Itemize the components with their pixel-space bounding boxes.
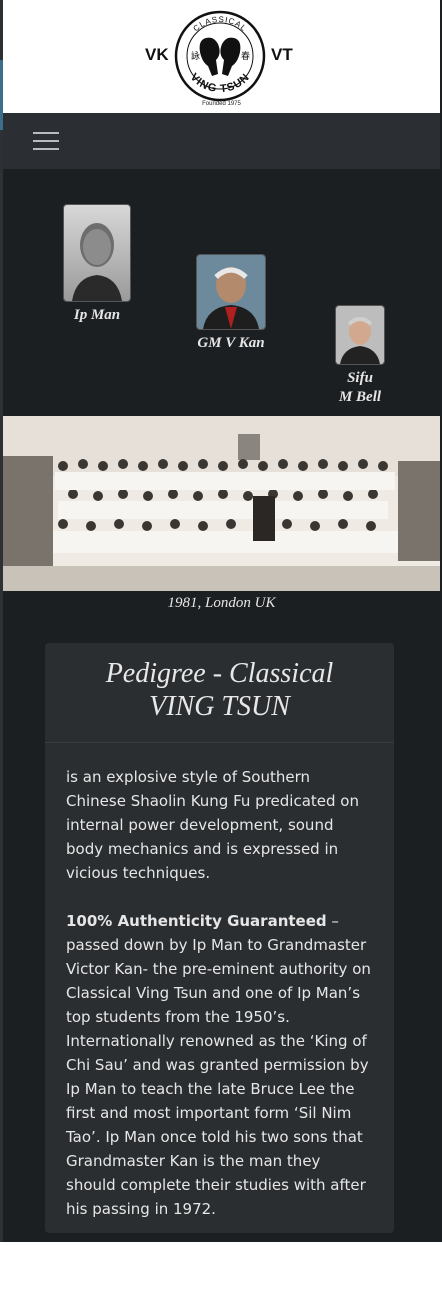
- hamburger-menu-icon[interactable]: [33, 129, 59, 151]
- pedigree-card: Pedigree - Classical VING TSUN is an exp…: [45, 643, 394, 1233]
- classical-ving-tsun-seal-logo[interactable]: CLASSICAL VING TSUN 詠 春: [168, 8, 272, 112]
- card-title-line-1: Pedigree - Classical: [105, 658, 334, 689]
- authenticity-text: – passed down by Ip Man to Grandmaster V…: [66, 912, 371, 1218]
- logo-left-text: VK: [145, 45, 169, 64]
- hamburger-line: [33, 140, 59, 142]
- portrait-sifu-m-bell[interactable]: Sifu M Bell: [315, 305, 405, 407]
- hamburger-line: [33, 132, 59, 134]
- hamburger-line: [33, 148, 59, 150]
- portrait-gm-v-kan[interactable]: GM V Kan: [181, 254, 281, 353]
- group-photo-1981: [3, 416, 440, 591]
- gm-v-kan-photo: [196, 254, 266, 330]
- card-title-line-2: VING TSUN: [149, 691, 290, 722]
- seal-char-right: 春: [241, 50, 250, 62]
- ip-man-photo: [63, 204, 131, 302]
- portrait-name: GM V Kan: [181, 334, 281, 353]
- name-line-2: M Bell: [338, 389, 382, 405]
- authenticity-paragraph: 100% Authenticity Guaranteed – passed do…: [66, 909, 374, 1221]
- logo-right-text: VT: [271, 45, 293, 64]
- navbar: [3, 113, 440, 169]
- portrait-name: Sifu M Bell: [315, 369, 405, 407]
- name-line-1: Ip Man: [73, 307, 121, 323]
- card-body: is an explosive style of Southern Chines…: [45, 743, 394, 1221]
- main-content: Pedigree - Classical VING TSUN is an exp…: [3, 625, 440, 1242]
- name-line-1: Sifu: [347, 370, 373, 386]
- logo-header[interactable]: VK CLASSICAL VING TSUN 詠 春 VT Founded 19…: [3, 0, 440, 113]
- group-photo-caption: 1981, London UK: [167, 595, 276, 611]
- portrait-name: Ip Man: [47, 306, 147, 325]
- intro-paragraph: is an explosive style of Southern Chines…: [66, 768, 359, 882]
- logo-founded-text: Founded 1975: [202, 101, 241, 107]
- lineage-portraits: Ip Man GM V Kan Sifu M Bell: [3, 169, 440, 416]
- seal-char-left: 詠: [191, 50, 200, 62]
- card-title: Pedigree - Classical VING TSUN: [45, 643, 394, 743]
- sifu-m-bell-photo: [335, 305, 385, 365]
- portrait-ip-man[interactable]: Ip Man: [47, 204, 147, 325]
- name-line-1: GM V Kan: [197, 335, 265, 351]
- authenticity-heading: 100% Authenticity Guaranteed: [66, 912, 327, 930]
